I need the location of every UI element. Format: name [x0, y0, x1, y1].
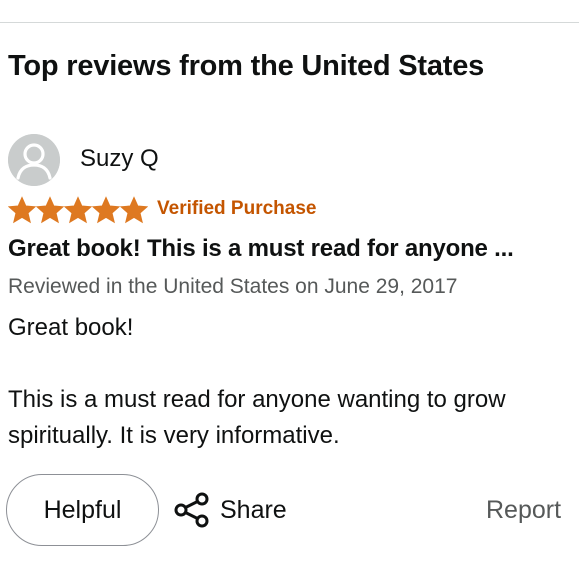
verified-purchase-badge: Verified Purchase — [157, 198, 317, 219]
star-icon — [120, 196, 148, 224]
review-body-paragraph: This is a must read for anyone wanting t… — [8, 386, 506, 449]
helpful-button[interactable]: Helpful — [6, 474, 159, 546]
review-body-paragraph: Great book! — [8, 314, 134, 341]
star-icon — [92, 196, 120, 224]
star-icon — [8, 196, 36, 224]
review-date: Reviewed in the United States on June 29… — [8, 275, 458, 298]
reviewer-name[interactable]: Suzy Q — [80, 145, 159, 173]
share-icon — [174, 492, 209, 528]
report-link[interactable]: Report — [486, 496, 561, 525]
section-title: Top reviews from the United States — [8, 50, 485, 82]
review-title: Great book! This is a must read for anyo… — [8, 235, 514, 262]
share-button[interactable]: Share — [172, 490, 287, 530]
user-silhouette-icon — [8, 134, 60, 186]
avatar[interactable] — [8, 134, 60, 186]
star-rating — [8, 196, 148, 224]
section-divider — [0, 22, 579, 23]
share-label: Share — [220, 495, 287, 524]
star-icon — [64, 196, 92, 224]
review-body: Great book! This is a must read for anyo… — [8, 310, 573, 454]
star-icon — [36, 196, 64, 224]
